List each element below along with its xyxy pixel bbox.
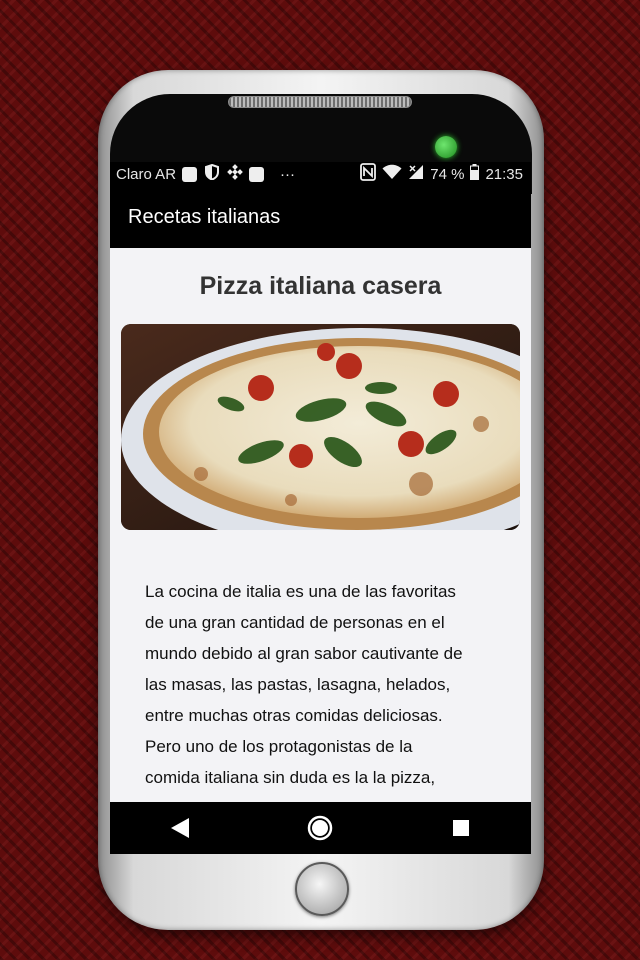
notification-square-icon bbox=[249, 166, 265, 182]
pizza-image bbox=[121, 324, 520, 530]
carrier-label: Claro AR bbox=[116, 165, 177, 183]
home-circle-icon bbox=[308, 815, 333, 841]
more-dots-icon: ··· bbox=[280, 165, 296, 183]
signal-icon bbox=[408, 164, 424, 184]
notification-square-icon bbox=[182, 166, 198, 182]
status-right-group: 74 % 21:35 bbox=[360, 163, 523, 185]
binance-icon bbox=[227, 164, 243, 184]
description-line: de una gran cantidad de personas en el bbox=[145, 613, 445, 632]
wifi-icon bbox=[382, 164, 402, 184]
earpiece-speaker bbox=[228, 96, 412, 108]
shield-icon bbox=[205, 163, 220, 184]
description-line: entre muchas otras comidas deliciosas. bbox=[145, 706, 443, 725]
nfc-icon bbox=[360, 163, 377, 185]
description-line: comida italiana sin duda es la la pizza, bbox=[145, 768, 436, 787]
status-bar: Claro AR ··· 74 % 21:35 bbox=[110, 162, 531, 186]
navigation-bar bbox=[110, 802, 531, 854]
back-button[interactable] bbox=[160, 808, 200, 848]
phone-frame: Claro AR ··· 74 % 21:35 Recetas italiana… bbox=[98, 70, 544, 930]
notification-led bbox=[435, 136, 457, 158]
back-icon bbox=[171, 818, 190, 838]
clock: 21:35 bbox=[485, 165, 523, 183]
recipe-content[interactable]: Pizza italiana casera La cocina de itali… bbox=[110, 248, 531, 802]
recipe-title: Pizza italiana casera bbox=[199, 272, 442, 300]
description-line: La cocina de italia es una de las favori… bbox=[145, 582, 456, 601]
battery-percent: 74 % bbox=[430, 165, 465, 183]
recipe-description: La cocina de italia es una de las favori… bbox=[145, 576, 505, 793]
battery-icon bbox=[470, 164, 480, 184]
description-line: las masas, las pastas, lasagna, helados, bbox=[145, 675, 451, 694]
physical-home-button[interactable] bbox=[295, 862, 349, 916]
app-bar: Recetas italianas bbox=[110, 186, 531, 248]
recents-icon bbox=[452, 820, 469, 836]
description-line: mundo debido al gran sabor cautivante de bbox=[145, 644, 463, 663]
recents-button[interactable] bbox=[441, 808, 481, 848]
screen: Claro AR ··· 74 % 21:35 Recetas italiana… bbox=[110, 162, 531, 854]
app-title: Recetas italianas bbox=[128, 205, 281, 228]
description-line: Pero uno de los protagonistas de la bbox=[145, 737, 413, 756]
home-nav-button[interactable] bbox=[300, 808, 340, 848]
